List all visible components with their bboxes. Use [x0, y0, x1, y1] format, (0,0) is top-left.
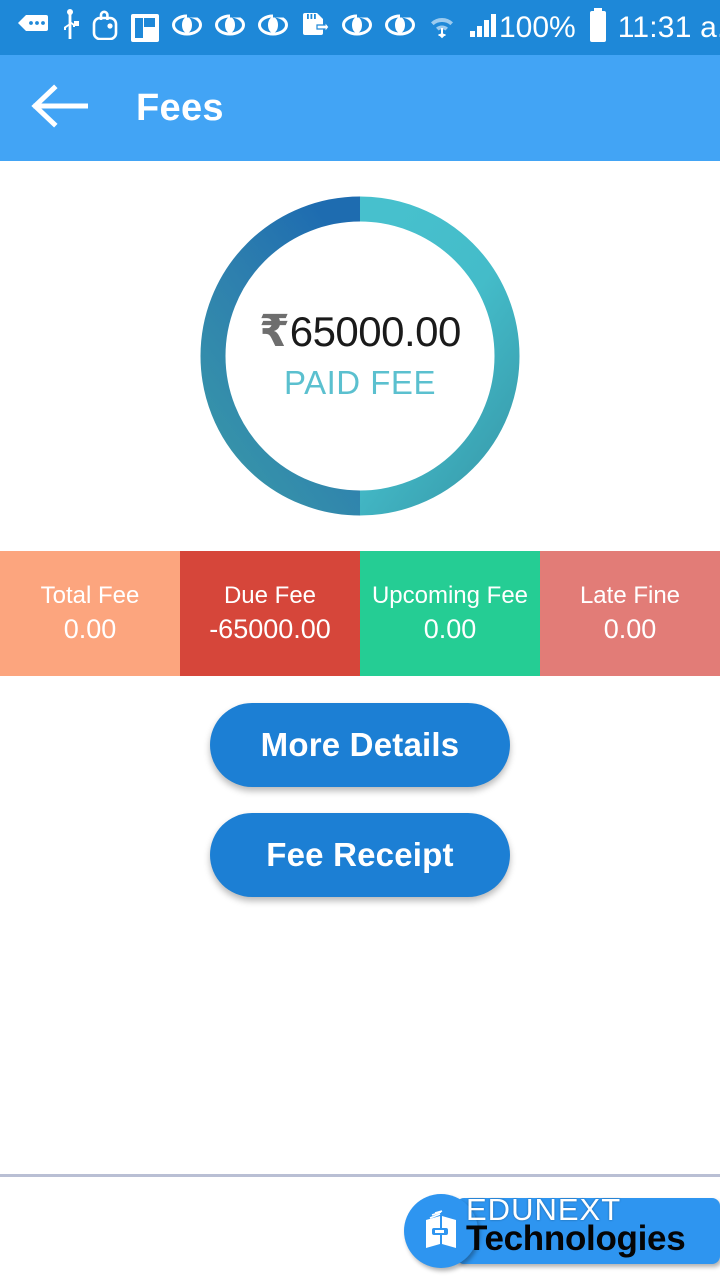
battery-full-icon — [588, 8, 608, 47]
tile-late-fine-label: Late Fine — [579, 582, 681, 609]
sim-card-message-icon — [18, 13, 48, 42]
paid-fee-amount-line: ₹ 65000.00 — [259, 310, 461, 354]
edunext-logo: EDUNEXT Technologies — [404, 1192, 720, 1270]
rupee-symbol-icon: ₹ — [259, 306, 290, 357]
status-bar-icons — [18, 9, 499, 46]
fee-receipt-button[interactable]: Fee Receipt — [210, 813, 510, 897]
fee-summary-tiles: Total Fee 0.00 Due Fee -65000.00 Upcomin… — [0, 551, 720, 676]
status-bar: 100% 11:31 a.m. — [0, 0, 720, 55]
touch-pointer-icon — [92, 10, 118, 45]
back-button[interactable] — [28, 77, 90, 139]
usb-icon — [61, 9, 79, 46]
opera-icon — [172, 14, 202, 41]
sd-card-transfer-icon — [301, 11, 330, 44]
paid-fee-label: PAID FEE — [284, 364, 436, 401]
signal-bars-icon — [469, 12, 499, 43]
opera-icon — [342, 14, 372, 41]
tile-total-fee-label: Total Fee — [40, 582, 140, 609]
opera-icon — [258, 14, 288, 41]
donut-center-content: ₹ 65000.00 PAID FEE — [200, 196, 520, 516]
tile-due-fee[interactable]: Due Fee -65000.00 — [180, 551, 360, 676]
app-bar: Fees — [0, 55, 720, 161]
tile-total-fee[interactable]: Total Fee 0.00 — [0, 551, 180, 676]
opera-icon — [385, 14, 415, 41]
tile-upcoming-fee-value: 0.00 — [423, 614, 477, 644]
logo-wordmark: EDUNEXT Technologies — [466, 1194, 686, 1258]
tile-upcoming-fee[interactable]: Upcoming Fee 0.00 — [360, 551, 540, 676]
battery-percent-label: 100% — [499, 10, 576, 44]
tile-due-fee-label: Due Fee — [223, 582, 317, 609]
flipboard-icon — [131, 13, 159, 42]
tile-late-fine[interactable]: Late Fine 0.00 — [540, 551, 720, 676]
page-title: Fees — [136, 86, 224, 129]
status-bar-right: 100% 11:31 a.m. — [499, 8, 720, 47]
wifi-icon — [428, 11, 456, 44]
action-buttons: More Details Fee Receipt — [0, 676, 720, 897]
footer-divider — [0, 1174, 720, 1177]
tile-total-fee-value: 0.00 — [63, 614, 117, 644]
opera-icon — [215, 14, 245, 41]
tile-due-fee-value: -65000.00 — [209, 614, 331, 644]
paid-fee-amount: 65000.00 — [289, 308, 462, 355]
more-details-button[interactable]: More Details — [210, 703, 510, 787]
logo-brand-secondary: Technologies — [466, 1219, 686, 1258]
tile-late-fine-value: 0.00 — [603, 614, 657, 644]
clock-label: 11:31 a.m. — [617, 10, 720, 44]
book-icon — [418, 1206, 464, 1257]
paid-fee-donut-chart: ₹ 65000.00 PAID FEE — [200, 196, 520, 516]
back-arrow-icon — [30, 83, 89, 133]
paid-fee-chart-section: ₹ 65000.00 PAID FEE — [0, 161, 720, 551]
tile-upcoming-fee-label: Upcoming Fee — [371, 582, 529, 609]
